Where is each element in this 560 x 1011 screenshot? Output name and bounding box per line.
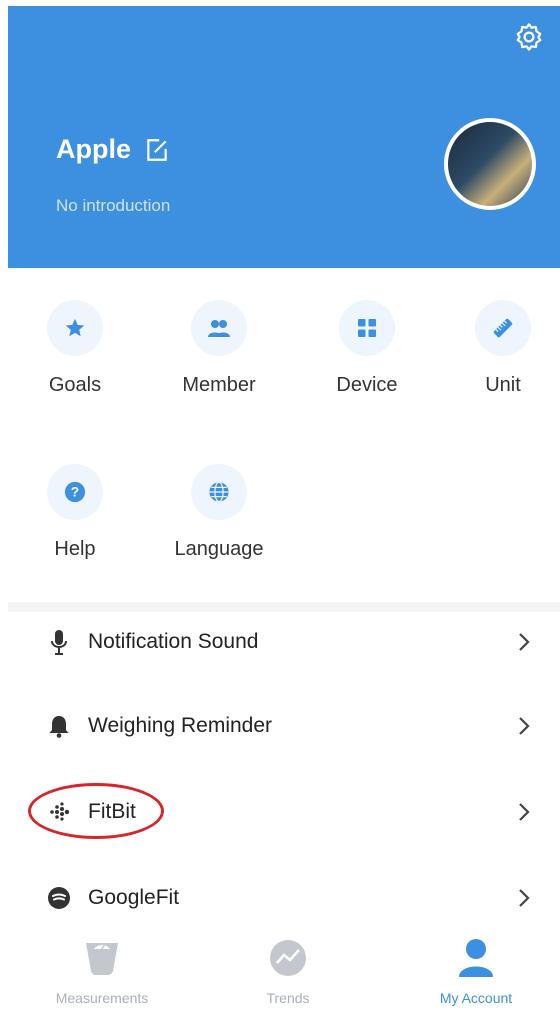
bottom-tab-bar: Measurements Trends My Account — [0, 932, 560, 1011]
googlefit-icon — [44, 886, 74, 910]
chevron-right-icon — [512, 888, 536, 908]
notification-sound-row[interactable]: Notification Sound — [8, 606, 560, 678]
tab-my-account-label: My Account — [439, 990, 513, 1006]
device-grid-icon — [339, 300, 395, 356]
edit-icon[interactable] — [143, 136, 171, 164]
chevron-right-icon — [512, 716, 536, 736]
scale-icon — [82, 938, 122, 978]
members-icon — [191, 300, 247, 356]
person-icon — [456, 938, 496, 978]
member-label: Member — [182, 374, 256, 396]
microphone-icon — [44, 629, 74, 655]
star-icon — [47, 300, 103, 356]
device-button[interactable]: Device — [312, 300, 422, 397]
globe-icon — [191, 464, 247, 520]
tab-trends[interactable]: Trends — [208, 938, 368, 1006]
bell-icon — [44, 714, 74, 738]
language-button[interactable]: Language — [164, 464, 274, 561]
tab-trends-label: Trends — [266, 990, 310, 1006]
language-label: Language — [174, 538, 264, 560]
avatar[interactable] — [444, 118, 536, 210]
trends-icon — [268, 938, 308, 978]
profile-header: Apple No introduction — [8, 6, 560, 268]
help-icon: ? — [47, 464, 103, 520]
weighing-reminder-row[interactable]: Weighing Reminder — [8, 690, 560, 762]
profile-introduction: No introduction — [56, 196, 171, 215]
help-button[interactable]: ? Help — [20, 464, 130, 561]
svg-text:?: ? — [71, 485, 79, 500]
chevron-right-icon — [512, 632, 536, 652]
help-label: Help — [54, 538, 96, 560]
goals-button[interactable]: Goals — [20, 300, 130, 397]
googlefit-row[interactable]: GoogleFit — [8, 862, 560, 934]
notification-sound-label: Notification Sound — [88, 630, 259, 653]
settings-gear-icon[interactable] — [512, 20, 546, 54]
tab-measurements-label: Measurements — [55, 990, 149, 1006]
unit-label: Unit — [485, 374, 521, 396]
ruler-icon — [475, 300, 531, 356]
unit-button[interactable]: Unit — [448, 300, 558, 397]
goals-label: Goals — [48, 374, 102, 396]
tab-my-account[interactable]: My Account — [396, 938, 556, 1006]
chevron-right-icon — [512, 802, 536, 822]
device-label: Device — [336, 374, 398, 396]
fitbit-highlight-ring — [28, 783, 164, 839]
profile-name: Apple — [56, 134, 132, 164]
weighing-reminder-label: Weighing Reminder — [88, 714, 273, 737]
googlefit-label: GoogleFit — [88, 886, 180, 909]
member-button[interactable]: Member — [164, 300, 274, 397]
tab-measurements[interactable]: Measurements — [22, 938, 182, 1006]
